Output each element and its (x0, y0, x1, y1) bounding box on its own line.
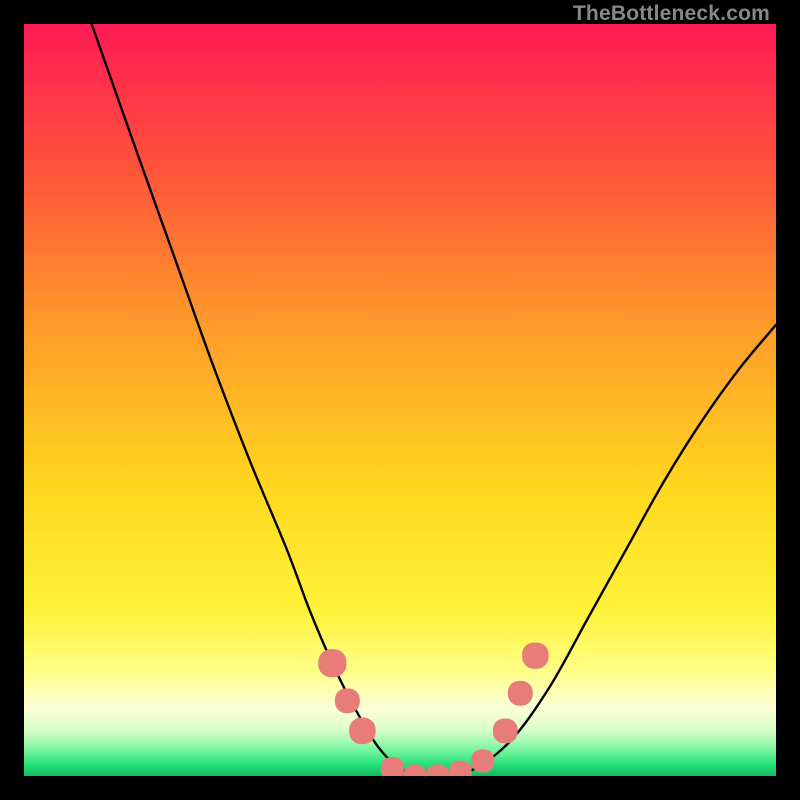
curve-path (92, 24, 776, 776)
curve-marker (522, 642, 548, 668)
curve-marker (349, 718, 375, 744)
curve-marker (426, 764, 449, 776)
curve-marker (335, 688, 360, 713)
watermark-text: TheBottleneck.com (573, 2, 770, 26)
curve-marker (508, 681, 533, 706)
curve-marker (381, 757, 404, 776)
curve-marker (403, 764, 426, 776)
curve-marker (471, 749, 494, 772)
plot-frame (24, 24, 776, 776)
curve-marker (493, 718, 518, 743)
curve-marker (318, 649, 346, 677)
curve-marker (449, 761, 472, 776)
bottleneck-curve (24, 24, 776, 776)
